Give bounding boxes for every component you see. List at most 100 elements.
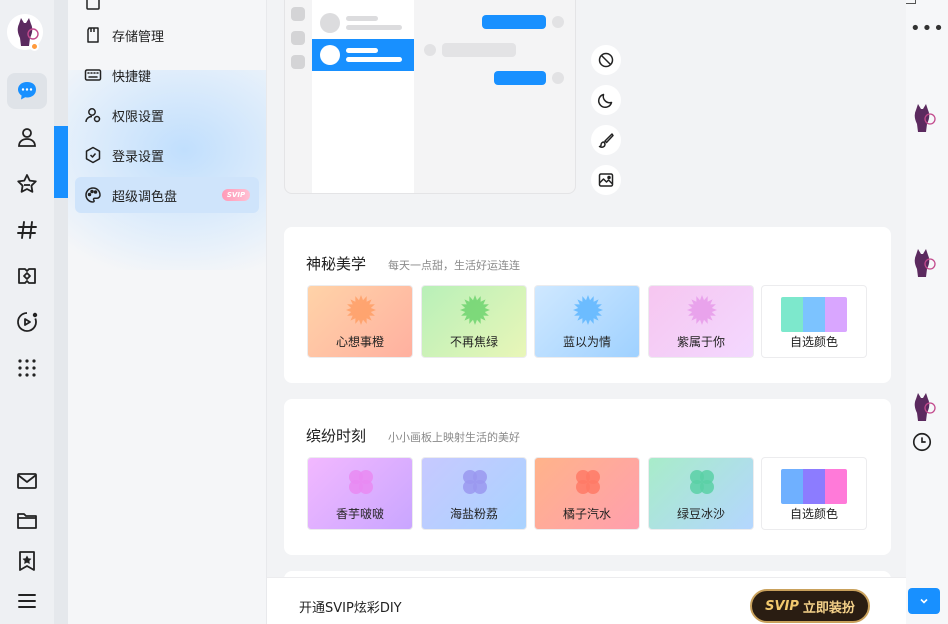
- status-dot: [30, 42, 39, 51]
- custom-color-button[interactable]: 自选颜色: [761, 457, 867, 530]
- avatar: [914, 104, 936, 132]
- rail-bookmarks[interactable]: [7, 543, 47, 579]
- promo-text: 开通SVIP炫彩DIY: [299, 601, 402, 616]
- brush-button[interactable]: [591, 125, 621, 155]
- no-theme-button[interactable]: [591, 45, 621, 75]
- swatch-label: 海盐粉荔: [449, 507, 498, 521]
- theme-swatch-mung-bean[interactable]: 绿豆冰沙: [648, 457, 754, 530]
- theme-swatch-purple[interactable]: 紫属于你: [648, 285, 754, 358]
- theme-swatch-orange[interactable]: 心想事橙: [307, 285, 413, 358]
- hashtag-icon: [17, 221, 37, 239]
- swatch-label: 橘子汽水: [562, 507, 611, 521]
- svip-dress-up-button[interactable]: SVIP 立即装扮: [750, 589, 870, 623]
- close-icon[interactable]: [906, 0, 916, 4]
- preview-dot: [291, 55, 305, 69]
- preview-list-item-selected: [312, 39, 414, 71]
- theme-swatch-sea-salt[interactable]: 海盐粉荔: [421, 457, 527, 530]
- background-image-button[interactable]: [591, 165, 621, 195]
- svip-promo-bar: 开通SVIP炫彩DIY SVIP 立即装扮: [267, 577, 906, 624]
- swatch-label: 自选颜色: [789, 507, 838, 521]
- theme-preview: [284, 0, 576, 194]
- swatch-label: 心想事橙: [335, 335, 384, 349]
- preview-dot: [291, 31, 305, 45]
- background-window-edge: [54, 0, 68, 624]
- moon-icon: [597, 93, 613, 109]
- user-permission-icon: [85, 108, 101, 123]
- shield-hexagon-icon: [85, 146, 101, 164]
- preview-bubble-other: [442, 43, 516, 57]
- keyboard-icon: [84, 69, 102, 81]
- custom-color-preview: [781, 469, 847, 504]
- sunburst-icon: [687, 295, 717, 325]
- grid-dots-icon: [18, 359, 36, 377]
- svip-button-label: 立即装扮: [802, 600, 855, 616]
- sidebar-item-permissions[interactable]: 权限设置: [75, 97, 259, 133]
- avatar: [914, 393, 936, 421]
- rail-favorites[interactable]: [7, 166, 47, 202]
- rail-video[interactable]: [7, 304, 47, 340]
- custom-color-button[interactable]: 自选颜色: [761, 285, 867, 358]
- game-card-icon: [18, 268, 36, 284]
- theme-group-subtitle: 每天一点甜，生活好运连连: [388, 259, 520, 272]
- brush-icon: [598, 133, 614, 148]
- preview-avatar-dot: [424, 44, 436, 56]
- rail-mail[interactable]: [7, 463, 47, 499]
- clover-icon: [463, 470, 487, 494]
- mail-icon: [17, 473, 37, 489]
- star-icon: [17, 174, 37, 193]
- preview-avatar-dot: [552, 16, 564, 28]
- swatch-label: 不再焦绿: [449, 335, 498, 349]
- rail-menu[interactable]: [7, 583, 47, 619]
- sidebar-item-storage[interactable]: 存储管理: [75, 17, 259, 53]
- main-nav-rail: [0, 0, 54, 624]
- clock-icon[interactable]: [911, 431, 933, 453]
- sunburst-icon: [346, 295, 376, 325]
- settings-dialog: 存储管理 快捷键 权限设置 登录设置 超级调色盘 SVIP 神秘美学 每天一点甜…: [68, 0, 906, 624]
- theme-swatch-orange-soda[interactable]: 橘子汽水: [534, 457, 640, 530]
- ban-icon: [598, 52, 614, 68]
- video-play-icon: [17, 312, 38, 332]
- theme-group-subtitle: 小小画板上映射生活的美好: [388, 431, 520, 444]
- rail-channels[interactable]: [7, 212, 47, 248]
- sidebar-item-login[interactable]: 登录设置: [75, 137, 259, 173]
- theme-swatch-green[interactable]: 不再焦绿: [421, 285, 527, 358]
- svip-badge: SVIP: [222, 189, 250, 201]
- theme-group-title: 神秘美学: [306, 255, 367, 273]
- preview-chat-list: [312, 0, 414, 193]
- chevron-down-icon: [920, 598, 928, 604]
- preview-list-item: [312, 7, 414, 39]
- rail-games[interactable]: [7, 258, 47, 294]
- swatch-label: 紫属于你: [676, 335, 725, 349]
- settings-sidebar: 存储管理 快捷键 权限设置 登录设置 超级调色盘 SVIP: [68, 0, 267, 624]
- rail-messages[interactable]: [7, 73, 47, 109]
- sidebar-item-palette[interactable]: 超级调色盘 SVIP: [75, 177, 259, 213]
- theme-group-colorful: 缤纷时刻 小小画板上映射生活的美好 香芋啵啵 海盐粉荔 橘子汽水 绿豆冰沙 自选…: [284, 399, 891, 555]
- bookmark-star-icon: [19, 551, 35, 571]
- person-icon: [18, 128, 36, 147]
- avatar: [914, 249, 936, 277]
- image-icon: [598, 173, 614, 187]
- hamburger-menu-icon: [18, 594, 36, 608]
- palette-settings-panel: 神秘美学 每天一点甜，生活好运连连 心想事橙 不再焦绿 蓝以为情 紫属于你 自选…: [267, 0, 906, 624]
- document-icon: [86, 0, 100, 10]
- background-selection-edge: [54, 126, 68, 198]
- send-options-button[interactable]: [908, 588, 940, 614]
- sidebar-item-label: 权限设置: [112, 109, 165, 125]
- rail-apps[interactable]: [7, 350, 47, 386]
- theme-group-title: 缤纷时刻: [306, 427, 367, 445]
- theme-swatch-blue[interactable]: 蓝以为情: [534, 285, 640, 358]
- rail-contacts[interactable]: [7, 119, 47, 155]
- swatch-label: 香芋啵啵: [335, 507, 384, 521]
- theme-swatch-taro[interactable]: 香芋啵啵: [307, 457, 413, 530]
- rail-files[interactable]: [7, 503, 47, 539]
- sidebar-item-label: 超级调色盘: [112, 189, 178, 205]
- dark-mode-button[interactable]: [591, 85, 621, 115]
- more-options-icon[interactable]: •••: [910, 18, 945, 39]
- theme-group-mysterious: 神秘美学 每天一点甜，生活好运连连 心想事橙 不再焦绿 蓝以为情 紫属于你 自选…: [284, 227, 891, 383]
- folder-icon: [17, 513, 37, 529]
- sidebar-item-label: 登录设置: [112, 149, 165, 165]
- sidebar-item-shortcuts[interactable]: 快捷键: [75, 57, 259, 93]
- sidebar-item-label: 存储管理: [112, 29, 165, 45]
- clover-icon: [349, 470, 373, 494]
- app-window: ••• 存储管理 快捷键 权限设置 登录设置 超级调色盘 SVIP 神秘美学 每…: [0, 0, 948, 624]
